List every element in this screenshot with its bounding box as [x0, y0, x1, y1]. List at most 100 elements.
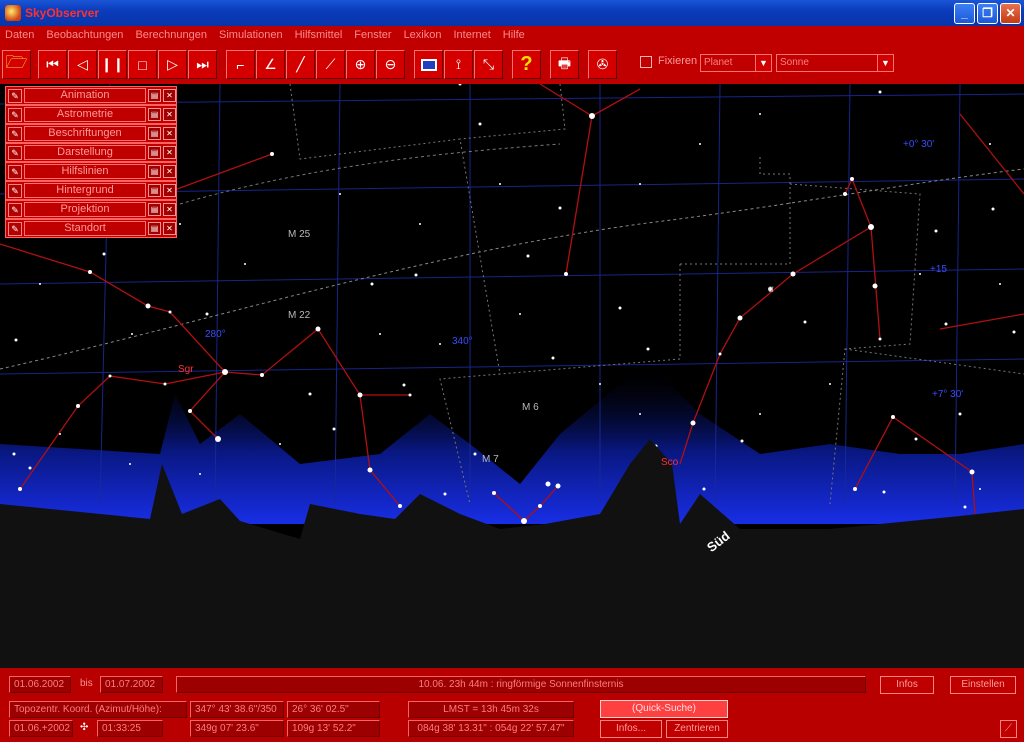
planet-select-value: Planet	[704, 57, 733, 68]
panel-item-standort[interactable]: ✎ Standort ▤ ✕	[5, 219, 177, 238]
window-icon[interactable]: ▤	[148, 184, 161, 197]
panel-item-label[interactable]: Projektion	[24, 202, 146, 217]
event-field[interactable]: 10.06. 23h 44m : ringförmige Sonnenfinst…	[176, 676, 866, 693]
chevron-down-icon: ▼	[755, 55, 771, 71]
menu-daten[interactable]: Daten	[5, 29, 34, 41]
angle-tool-icon[interactable]: ∠	[256, 50, 285, 79]
date-to-field[interactable]: 01.07.2002	[100, 676, 163, 693]
panel-item-animation[interactable]: ✎ Animation ▤ ✕	[5, 86, 177, 105]
edit-icon[interactable]: ✎	[8, 221, 22, 236]
tools-icon[interactable]: ✇	[588, 50, 617, 79]
measure-icon[interactable]: ⤡	[474, 50, 503, 79]
fullscreen-icon[interactable]	[414, 50, 443, 79]
panel-item-label[interactable]: Hilfslinien	[24, 164, 146, 179]
window-icon[interactable]: ▤	[148, 165, 161, 178]
close-icon[interactable]: ✕	[163, 146, 176, 159]
grid-label-280: 280°	[205, 329, 226, 340]
slope-tool-icon[interactable]: ⟋	[316, 50, 345, 79]
close-icon[interactable]: ✕	[163, 165, 176, 178]
menu-hilfsmittel[interactable]: Hilfsmittel	[295, 29, 343, 41]
stop-icon[interactable]: □	[128, 50, 157, 79]
planet-select[interactable]: Planet ▼	[700, 54, 772, 72]
open-folder-icon[interactable]: 🗁	[2, 50, 31, 79]
object-select[interactable]: Sonne ▼	[776, 54, 894, 72]
edit-icon[interactable]: ✎	[8, 145, 22, 160]
panel-item-beschriftungen[interactable]: ✎ Beschriftungen ▤ ✕	[5, 124, 177, 143]
close-icon[interactable]: ✕	[163, 222, 176, 235]
zentrieren-button[interactable]: Zentrieren	[666, 720, 728, 738]
edit-icon[interactable]: ✎	[8, 164, 22, 179]
play-icon[interactable]: ▷	[158, 50, 187, 79]
resize-grip-icon[interactable]: ⟋	[1000, 720, 1017, 738]
window-icon[interactable]: ▤	[148, 203, 161, 216]
edit-icon[interactable]: ✎	[8, 126, 22, 141]
quick-search-input[interactable]: (Quick-Suche)	[600, 700, 728, 718]
pause-icon[interactable]: ❙❙	[98, 50, 127, 79]
print-icon[interactable]: 🖶	[550, 50, 579, 79]
app-icon	[5, 5, 21, 21]
panel-item-darstellung[interactable]: ✎ Darstellung ▤ ✕	[5, 143, 177, 162]
horizon-tool-icon[interactable]: ⌐	[226, 50, 255, 79]
zoom-out-icon[interactable]: ⊖	[376, 50, 405, 79]
menu-lexikon[interactable]: Lexikon	[404, 29, 442, 41]
menu-internet[interactable]: Internet	[453, 29, 490, 41]
line-tool-icon[interactable]: ╱	[286, 50, 315, 79]
window-icon[interactable]: ▤	[148, 89, 161, 102]
bis-label: bis	[80, 678, 93, 689]
close-icon[interactable]: ✕	[163, 108, 176, 121]
fix-checkbox[interactable]	[640, 56, 652, 68]
hoehe-field: 26° 36' 02.5"	[287, 701, 380, 718]
close-icon[interactable]: ✕	[163, 203, 176, 216]
panel-item-hilfslinien[interactable]: ✎ Hilfslinien ▤ ✕	[5, 162, 177, 181]
minimize-button[interactable]: _	[954, 2, 975, 24]
panel-item-projektion[interactable]: ✎ Projektion ▤ ✕	[5, 200, 177, 219]
close-icon[interactable]: ✕	[163, 184, 176, 197]
edit-icon[interactable]: ✎	[8, 183, 22, 198]
lmst-field: LMST = 13h 45m 32s	[408, 701, 574, 718]
coord-c-field: 084g 38' 13.31" : 054g 22' 57.47"	[408, 720, 574, 737]
panel-item-label[interactable]: Beschriftungen	[24, 126, 146, 141]
edit-icon[interactable]: ✎	[8, 88, 22, 103]
menu-berechnungen[interactable]: Berechnungen	[135, 29, 207, 41]
grid-label-neg730: +7° 30'	[932, 389, 964, 400]
m22-label: M 22	[288, 310, 311, 321]
close-button[interactable]: ✕	[1000, 2, 1021, 24]
panel-item-astrometrie[interactable]: ✎ Astrometrie ▤ ✕	[5, 105, 177, 124]
current-date-field: 01.06.+2002	[9, 720, 73, 737]
menu-simulationen[interactable]: Simulationen	[219, 29, 283, 41]
fast-forward-icon[interactable]: ⏭	[188, 50, 217, 79]
date-from-field[interactable]: 01.06.2002	[9, 676, 71, 693]
panel-item-label[interactable]: Astrometrie	[24, 107, 146, 122]
window-icon[interactable]: ▤	[148, 146, 161, 159]
crosshair-icon: ✣	[80, 722, 89, 733]
grid-label-pos15: +15	[930, 264, 947, 275]
panel-item-label[interactable]: Animation	[24, 88, 146, 103]
maximize-button[interactable]: ❐	[977, 2, 998, 24]
panel-item-label[interactable]: Standort	[24, 221, 146, 236]
window-icon[interactable]: ▤	[148, 222, 161, 235]
step-back-icon[interactable]: ◁	[68, 50, 97, 79]
close-icon[interactable]: ✕	[163, 127, 176, 140]
alpha-label: α	[768, 284, 774, 295]
window-title: SkyObserver	[25, 6, 100, 20]
grid-label-340: 340°	[452, 336, 473, 347]
panel-item-hintergrund[interactable]: ✎ Hintergrund ▤ ✕	[5, 181, 177, 200]
compass-icon[interactable]: ⟟	[444, 50, 473, 79]
fast-rewind-icon[interactable]: ⏮	[38, 50, 67, 79]
panel-item-label[interactable]: Darstellung	[24, 145, 146, 160]
help-icon[interactable]: ?	[512, 50, 541, 79]
event-bar: 01.06.2002 bis 01.07.2002 10.06. 23h 44m…	[0, 668, 1024, 700]
menu-beobachtungen[interactable]: Beobachtungen	[46, 29, 123, 41]
zoom-in-icon[interactable]: ⊕	[346, 50, 375, 79]
menu-hilfe[interactable]: Hilfe	[503, 29, 525, 41]
infos-button[interactable]: Infos	[880, 676, 934, 694]
window-icon[interactable]: ▤	[148, 127, 161, 140]
close-icon[interactable]: ✕	[163, 89, 176, 102]
window-icon[interactable]: ▤	[148, 108, 161, 121]
edit-icon[interactable]: ✎	[8, 107, 22, 122]
menu-fenster[interactable]: Fenster	[354, 29, 391, 41]
edit-icon[interactable]: ✎	[8, 202, 22, 217]
panel-item-label[interactable]: Hintergrund	[24, 183, 146, 198]
einstellen-button[interactable]: Einstellen	[950, 676, 1016, 694]
infos-detail-button[interactable]: Infos...	[600, 720, 662, 738]
